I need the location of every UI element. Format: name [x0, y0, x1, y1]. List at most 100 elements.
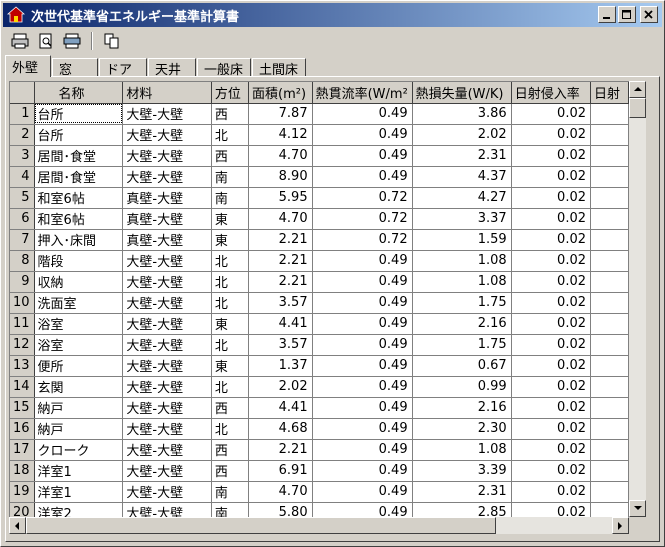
cell-heat-loss[interactable]: 3.37 — [412, 208, 512, 230]
corner-header[interactable] — [10, 82, 35, 104]
cell-u-value[interactable]: 0.49 — [312, 292, 413, 314]
cell-area[interactable]: 1.37 — [248, 355, 313, 377]
table-row[interactable]: 1 台所 大壁-大壁西 7.87 0.49 3.86 0.02 — [10, 103, 629, 125]
cell-material[interactable]: 大壁-大壁 — [122, 103, 212, 125]
cell-area[interactable]: 4.41 — [248, 313, 313, 335]
app-icon[interactable] — [6, 6, 26, 24]
table-row[interactable]: 6 和室6帖 真壁-大壁東 4.70 0.72 3.37 0.02 — [10, 208, 629, 230]
cell-solar-gain[interactable]: 0.02 — [511, 187, 592, 209]
tab-ceiling[interactable]: 天井 — [148, 58, 196, 78]
row-number[interactable]: 3 — [10, 145, 35, 167]
cell-heat-loss[interactable]: 1.75 — [412, 292, 512, 314]
table-row[interactable]: 8 階段 大壁-大壁北 2.21 0.49 1.08 0.02 — [10, 250, 629, 272]
cell-material[interactable]: 大壁-大壁 — [122, 460, 212, 482]
cell-name[interactable]: 洗面室 — [34, 292, 124, 314]
row-number[interactable]: 2 — [10, 124, 35, 146]
cell-solar-extra[interactable] — [590, 208, 629, 230]
cell-solar-extra[interactable] — [590, 502, 629, 517]
tab-floor[interactable]: 一般床 — [197, 58, 251, 78]
cell-u-value[interactable]: 0.49 — [312, 166, 413, 188]
cell-solar-extra[interactable] — [590, 271, 629, 293]
cell-solar-extra[interactable] — [590, 187, 629, 209]
cell-u-value[interactable]: 0.49 — [312, 397, 413, 419]
row-number[interactable]: 1 — [10, 103, 35, 125]
cell-name[interactable]: 洋室2 — [34, 502, 124, 517]
cell-direction[interactable]: 西 — [211, 397, 250, 419]
cell-area[interactable]: 2.02 — [248, 376, 313, 398]
cell-direction[interactable]: 北 — [211, 334, 250, 356]
cell-name[interactable]: 押入･床間 — [34, 229, 124, 251]
cell-u-value[interactable]: 0.49 — [312, 103, 413, 125]
cell-heat-loss[interactable]: 1.08 — [412, 271, 512, 293]
cell-u-value[interactable]: 0.49 — [312, 376, 413, 398]
cell-heat-loss[interactable]: 3.86 — [412, 103, 512, 125]
cell-heat-loss[interactable]: 1.75 — [412, 334, 512, 356]
maximize-button[interactable] — [618, 6, 636, 23]
cell-u-value[interactable]: 0.49 — [312, 481, 413, 503]
table-row[interactable]: 11 浴室 大壁-大壁東 4.41 0.49 2.16 0.02 — [10, 313, 629, 335]
cell-solar-extra[interactable] — [590, 439, 629, 461]
cell-area[interactable]: 5.80 — [248, 502, 313, 517]
cell-heat-loss[interactable]: 3.39 — [412, 460, 512, 482]
minimize-button[interactable] — [598, 6, 616, 23]
cell-name[interactable]: 階段 — [34, 250, 124, 272]
cell-direction[interactable]: 東 — [211, 355, 250, 377]
row-number[interactable]: 8 — [10, 250, 35, 272]
cell-area[interactable]: 5.95 — [248, 187, 313, 209]
cell-name[interactable]: 居間･食堂 — [34, 166, 124, 188]
cell-solar-gain[interactable]: 0.02 — [511, 355, 592, 377]
row-number[interactable]: 14 — [10, 376, 35, 398]
cell-solar-extra[interactable] — [590, 355, 629, 377]
cell-heat-loss[interactable]: 2.16 — [412, 397, 512, 419]
cell-direction[interactable]: 北 — [211, 418, 250, 440]
cell-direction[interactable]: 南 — [211, 187, 250, 209]
cell-name[interactable]: 収納 — [34, 271, 124, 293]
cell-u-value[interactable]: 0.49 — [312, 271, 413, 293]
cell-material[interactable]: 大壁-大壁 — [122, 292, 212, 314]
cell-solar-gain[interactable]: 0.02 — [511, 460, 592, 482]
cell-u-value[interactable]: 0.49 — [312, 313, 413, 335]
cell-area[interactable]: 4.70 — [248, 208, 313, 230]
cell-u-value[interactable]: 0.49 — [312, 460, 413, 482]
cell-heat-loss[interactable]: 2.31 — [412, 481, 512, 503]
table-row[interactable]: 20 洋室2 大壁-大壁南 5.80 0.49 2.85 0.02 — [10, 502, 629, 517]
cell-area[interactable]: 7.87 — [248, 103, 313, 125]
row-number[interactable]: 17 — [10, 439, 35, 461]
cell-name[interactable]: 浴室 — [34, 313, 124, 335]
cell-heat-loss[interactable]: 4.37 — [412, 166, 512, 188]
cell-area[interactable]: 4.70 — [248, 145, 313, 167]
cell-solar-gain[interactable]: 0.02 — [511, 145, 592, 167]
cell-material[interactable]: 大壁-大壁 — [122, 166, 212, 188]
cell-name[interactable]: 居間･食堂 — [34, 145, 124, 167]
scroll-left-button[interactable] — [9, 517, 26, 534]
cell-solar-gain[interactable]: 0.02 — [511, 481, 592, 503]
table-row[interactable]: 14 玄関 大壁-大壁北 2.02 0.49 0.99 0.02 — [10, 376, 629, 398]
cell-solar-extra[interactable] — [590, 229, 629, 251]
vertical-scroll-thumb[interactable] — [629, 98, 646, 118]
cell-solar-extra[interactable] — [590, 334, 629, 356]
cell-name[interactable]: 和室6帖 — [34, 187, 124, 209]
cell-direction[interactable]: 北 — [211, 124, 250, 146]
cell-name[interactable]: 洋室1 — [34, 481, 124, 503]
cell-material[interactable]: 大壁-大壁 — [122, 334, 212, 356]
cell-direction[interactable]: 南 — [211, 166, 250, 188]
cell-area[interactable]: 2.21 — [248, 439, 313, 461]
cell-heat-loss[interactable]: 2.02 — [412, 124, 512, 146]
cell-material[interactable]: 大壁-大壁 — [122, 502, 212, 517]
cell-material[interactable]: 真壁-大壁 — [122, 187, 212, 209]
cell-heat-loss[interactable]: 2.16 — [412, 313, 512, 335]
cell-direction[interactable]: 東 — [211, 208, 250, 230]
cell-material[interactable]: 大壁-大壁 — [122, 397, 212, 419]
row-number[interactable]: 11 — [10, 313, 35, 335]
cell-material[interactable]: 大壁-大壁 — [122, 439, 212, 461]
column-header-direction[interactable]: 方位 — [211, 82, 250, 104]
cell-direction[interactable]: 東 — [211, 313, 250, 335]
cell-heat-loss[interactable]: 2.85 — [412, 502, 512, 517]
cell-solar-gain[interactable]: 0.02 — [511, 313, 592, 335]
cell-solar-gain[interactable]: 0.02 — [511, 250, 592, 272]
cell-direction[interactable]: 東 — [211, 229, 250, 251]
cell-name[interactable]: 洋室1 — [34, 460, 124, 482]
row-number[interactable]: 15 — [10, 397, 35, 419]
cell-material[interactable]: 真壁-大壁 — [122, 208, 212, 230]
cell-area[interactable]: 4.68 — [248, 418, 313, 440]
